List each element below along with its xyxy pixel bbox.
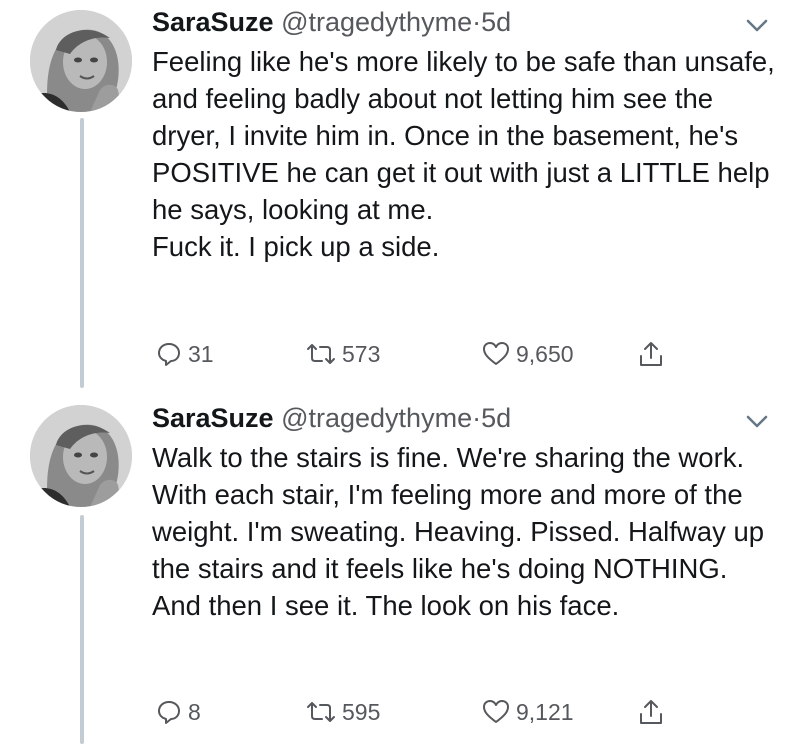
author-name[interactable]: SaraSuze: [152, 7, 274, 37]
share-button[interactable]: [638, 336, 670, 372]
reply-button[interactable]: 8: [156, 694, 201, 730]
share-button[interactable]: [638, 694, 670, 730]
reply-count: 8: [188, 698, 201, 725]
thread-line: [80, 118, 84, 388]
tweet-paragraph: And then I see it. The look on his face.: [152, 590, 620, 621]
avatar-image: [30, 405, 132, 507]
tweet-text: Walk to the stairs is fine. We're sharin…: [152, 439, 782, 624]
retweet-button[interactable]: 573: [306, 336, 380, 372]
share-icon: [640, 342, 662, 366]
tweet-paragraph: Walk to the stairs is fine. We're sharin…: [152, 442, 765, 584]
author-handle[interactable]: @tragedythyme: [281, 7, 472, 37]
reply-icon: [158, 701, 180, 724]
avatar[interactable]: [30, 405, 132, 507]
tweet-paragraph: Feeling like he's more likely to be safe…: [152, 46, 775, 225]
tweet-header: SaraSuze @tragedythyme·5d: [152, 2, 511, 42]
share-icon: [640, 700, 662, 724]
like-button[interactable]: 9,650: [482, 336, 574, 372]
reply-button[interactable]: 31: [156, 336, 214, 372]
reply-icon: [158, 343, 180, 366]
retweet-icon: [307, 344, 335, 364]
separator-dot: ·: [472, 7, 482, 37]
timestamp[interactable]: 5d: [481, 7, 511, 37]
retweet-count: 595: [342, 698, 381, 725]
like-count: 9,121: [516, 698, 574, 725]
like-count: 9,650: [516, 340, 574, 367]
avatar-image: [30, 10, 132, 112]
avatar[interactable]: [30, 10, 132, 112]
chevron-down-icon[interactable]: [744, 12, 770, 38]
tweet-header: SaraSuze @tragedythyme·5d: [152, 398, 511, 438]
retweet-count: 573: [342, 340, 381, 367]
chevron-down-icon[interactable]: [744, 408, 770, 434]
reply-count: 31: [188, 340, 214, 367]
timestamp[interactable]: 5d: [481, 403, 511, 433]
tweet-actions: 8 595 9,121: [152, 694, 712, 730]
retweet-icon: [307, 702, 335, 722]
separator-dot: ·: [472, 403, 482, 433]
like-icon: [483, 700, 509, 723]
tweet-paragraph: Fuck it. I pick up a side.: [152, 231, 440, 262]
thread-line: [80, 515, 84, 744]
tweet-actions: 31 573 9,650: [152, 336, 712, 372]
tweet-text: Feeling like he's more likely to be safe…: [152, 43, 782, 265]
like-button[interactable]: 9,121: [482, 694, 574, 730]
author-name[interactable]: SaraSuze: [152, 403, 274, 433]
retweet-button[interactable]: 595: [306, 694, 380, 730]
author-handle[interactable]: @tragedythyme: [281, 403, 472, 433]
like-icon: [483, 342, 509, 365]
